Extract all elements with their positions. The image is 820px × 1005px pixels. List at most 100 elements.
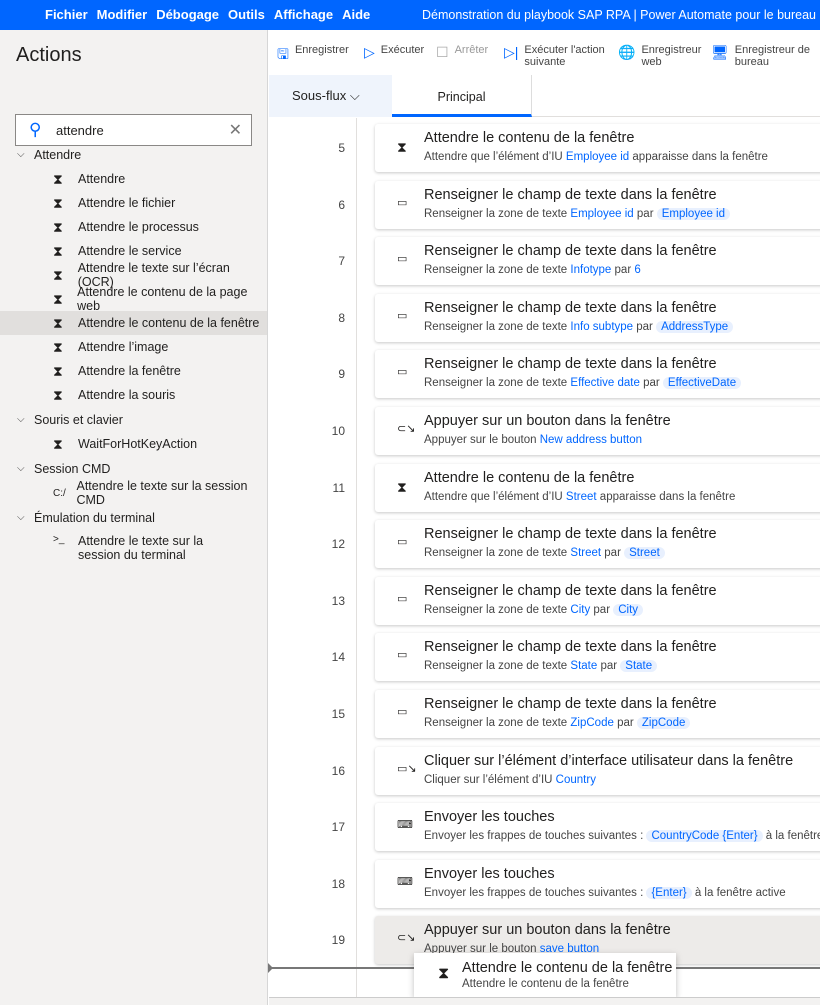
action-card[interactable]: ▭↘ Cliquer sur l’élément d’interface util… [375,746,820,795]
action-card[interactable]: ▭ Renseigner le champ de texte dans la fe… [375,350,820,399]
subtitle-text: Renseigner la zone de texte [424,547,571,560]
action-card[interactable]: ⧗ Attendre le contenu de la fenêtre Attend… [375,463,820,512]
action-subtitle: Renseigner la zone de texte ZipCode par … [424,717,691,729]
action-subtitle: Renseigner la zone de texte Info subtype… [424,320,734,333]
tree-group[interactable]: ⌵ Émulation du terminal [0,505,267,530]
action-item[interactable]: >_ Attendre le texte sur la session du te… [0,530,267,570]
action-item-label: Attendre le processus [78,220,199,234]
action-item[interactable]: ⧗ Attendre la souris [0,383,267,407]
variable-token[interactable]: Employee id [656,207,731,220]
action-card[interactable]: ▭ Renseigner le champ de texte dans la fe… [375,633,820,682]
action-item[interactable]: ⧗ Attendre [0,167,267,191]
action-card[interactable]: ⌨ Envoyer les touches Envoyer les frappes … [375,859,820,908]
variable-token[interactable]: State [620,660,658,673]
action-title: Renseigner le champ de texte dans la fen… [424,582,717,599]
action-item[interactable]: ⧗ Attendre l’image [0,335,267,359]
window-title: Démonstration du playbook SAP RPA | Powe… [422,8,816,22]
stop-icon: ☐ [436,44,449,60]
line-number: 6 [338,197,345,212]
action-item-label: Attendre le contenu de la page web [77,285,248,313]
stop-button[interactable]: ☐ Arrêter [436,44,488,61]
action-card[interactable]: ▭ Renseigner le champ de texte dans la fe… [375,690,820,738]
hourglass-icon: ⧗ [53,242,63,259]
run-next-button[interactable]: ▷| Exécuter l'action suivante [504,44,609,68]
action-card[interactable]: ▭ Renseigner le champ de texte dans la fe… [375,237,820,286]
action-item[interactable]: ⧗ Attendre la fenêtre [0,359,267,383]
action-card[interactable]: ▭ Renseigner le champ de texte dans la fe… [375,293,820,342]
save-button[interactable]: 🖫 Enregistrer [277,44,349,68]
globe-icon: 🌐 [618,44,636,60]
action-card[interactable]: ⧗ Attendre le contenu de la fenêtre Attend… [375,124,820,172]
action-card[interactable]: ⌨ Envoyer les touches Envoyer les frappes … [375,803,820,852]
subtitle-text: Appuyer sur le bouton [424,434,540,446]
hourglass-icon: ⧗ [53,386,63,403]
desktop-recorder-button[interactable]: 🖥 Enregistreur de bureau [711,44,811,68]
variable-token[interactable]: EffectiveDate [662,377,742,390]
action-subtitle: Attendre que l’élément d’IU Employee id … [424,151,768,163]
tree-group[interactable]: ⌵ Attendre [0,142,267,167]
clear-search-icon[interactable]: ✕ [229,120,242,140]
action-subtitle: Renseigner la zone de texte Street par S… [424,547,665,560]
tab-main[interactable]: Principal [392,75,532,117]
run-button[interactable]: ▷ Exécuter [364,44,424,61]
action-subtitle: Appuyer sur le bouton New address button [424,434,642,446]
variable-token[interactable]: Street [566,491,597,503]
action-item[interactable]: ⧗ Attendre le fichier [0,191,267,215]
variable-token[interactable]: Infotype [570,264,611,276]
variable-token[interactable]: {Enter} [646,886,692,899]
subtitle-text: Cliquer sur l’élément d’IU [424,773,556,786]
tree-group[interactable]: ⌵ Session CMD [0,456,267,481]
chevron-down-icon: ⌵ [17,463,25,474]
action-subtitle: Renseigner la zone de texte Effective da… [424,377,742,390]
action-item[interactable]: ⧗ Attendre le texte sur l’écran (OCR) [0,261,267,289]
variable-token[interactable]: Effective date [570,377,639,389]
action-item[interactable]: ⧗ Attendre le service [0,239,267,263]
variable-token[interactable]: AddressType [656,320,734,333]
web-recorder-button[interactable]: 🌐 Enregistreur web [618,44,701,68]
menu-item-3[interactable]: Outils [228,7,265,22]
action-card[interactable]: ▭ Renseigner le champ de texte dans la fe… [375,180,820,229]
variable-token[interactable]: 6 [634,264,640,276]
variable-token[interactable]: New address button [540,434,642,446]
variable-token[interactable]: ZipCode [636,717,691,729]
subtitle-text: Renseigner la zone de texte [424,377,571,390]
action-title: Appuyer sur un bouton dans la fenêtre [424,413,671,429]
subtitle-text: Renseigner la zone de texte [424,603,571,616]
hourglass-icon: ⧗ [53,290,63,307]
action-subtitle: Attendre que l’élément d’IU Street appar… [424,491,735,503]
keyboard-icon: ⌨ [397,875,413,888]
variable-token[interactable]: Street [570,547,601,559]
variable-token[interactable]: ZipCode [570,717,613,729]
action-item[interactable]: ⧗ Attendre le processus [0,215,267,239]
variable-token[interactable]: Employee id [570,208,633,220]
action-card[interactable]: ▭ Renseigner le champ de texte dans la fe… [375,520,820,569]
action-card[interactable]: ⊂↘ Appuyer sur un bouton dans la fenêtre A… [375,407,820,455]
chevron-down-icon: ⌵ [17,414,25,425]
hourglass-icon: ⧗ [53,266,63,283]
action-item[interactable]: C:/ Attendre le texte sur la session CMD [0,479,267,507]
tab-subflows[interactable]: Sous-flux ⌵ [269,75,392,117]
variable-token[interactable]: Employee id [566,151,629,163]
menu-item-5[interactable]: Aide [342,7,370,22]
action-card[interactable]: ▭ Renseigner le champ de texte dans la fe… [375,576,820,625]
variable-token[interactable]: City [613,603,644,616]
action-item[interactable]: ⧗ WaitForHotKeyAction [0,432,267,456]
action-item[interactable]: ⧗ Attendre le contenu de la page web [0,285,267,313]
menu-item-2[interactable]: Débogage [156,7,219,22]
toolbar: 🖫 Enregistrer ▷ Exécuter ☐ Arrêter ▷| Exécut… [269,30,820,75]
line-number: 8 [338,310,345,325]
subtitle-text: Renseigner la zone de texte [424,264,571,277]
variable-token[interactable]: Street [624,547,665,560]
tree-group-label: Émulation du terminal [34,510,155,525]
menu-item-1[interactable]: Modifier [97,7,148,22]
menu-item-4[interactable]: Affichage [274,7,333,22]
hourglass-icon: ⧗ [53,435,63,452]
action-item[interactable]: ⧗ Attendre le contenu de la fenêtre [0,311,267,335]
variable-token[interactable]: State [570,660,597,672]
variable-token[interactable]: CountryCode {Enter} [646,830,763,843]
menu-item-0[interactable]: Fichier [45,7,88,22]
variable-token[interactable]: Country [556,774,596,786]
variable-token[interactable]: Info subtype [570,321,633,333]
variable-token[interactable]: City [570,604,590,616]
tree-group[interactable]: ⌵ Souris et clavier [0,407,267,432]
